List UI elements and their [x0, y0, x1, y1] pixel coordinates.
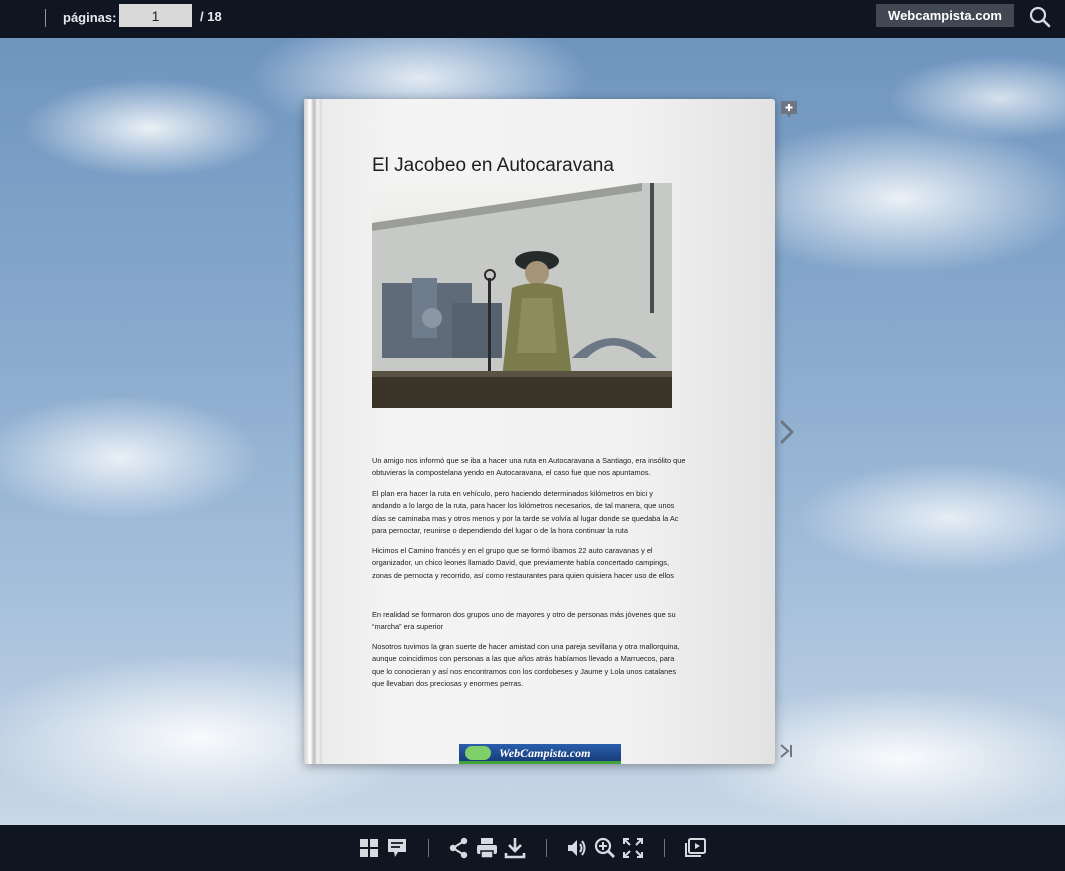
- text-line: Un amigo nos informó que se iba a hacer …: [372, 456, 686, 465]
- text-line: Hicimos el Camino francés y en el grupo …: [372, 546, 653, 555]
- page-total: / 18: [200, 9, 222, 24]
- text-line: Nosotros tuvimos la gran suerte de hacer…: [372, 642, 680, 651]
- bottom-toolbar: [0, 825, 1065, 871]
- text-line: para pernoctar, reunirse o dependiendo d…: [372, 525, 628, 535]
- notes-icon[interactable]: [385, 836, 409, 860]
- share-icon[interactable]: [447, 836, 471, 860]
- text-line: obtuvieras la compostelana yendo en Auto…: [372, 468, 651, 478]
- text-line: aunque coincidimos con personas a las qu…: [372, 654, 675, 664]
- flipbook-page[interactable]: El Jacobeo en Autocaravana Un amigo nos …: [304, 99, 775, 764]
- toolbar-divider: [428, 839, 429, 857]
- thumbnails-icon[interactable]: [357, 836, 381, 860]
- print-icon[interactable]: [475, 836, 499, 860]
- slideshow-icon[interactable]: [683, 836, 707, 860]
- text-line: En realidad se formaron dos grupos uno d…: [372, 610, 676, 619]
- paragraph-4: En realidad se formaron dos grupos uno d…: [372, 609, 712, 634]
- text-line: zonas de pernocta y recorrido, así como …: [372, 570, 674, 580]
- text-line: organizador, un chico leones llamado Dav…: [372, 558, 670, 568]
- paragraph-1: Un amigo nos informó que se iba a hacer …: [372, 455, 712, 480]
- webcampista-logo: WebCampista.com: [459, 744, 621, 764]
- sound-icon[interactable]: [565, 836, 589, 860]
- paragraph-2: El plan era hacer la ruta en vehículo, p…: [372, 488, 712, 537]
- top-toolbar: páginas: / 18 Webcampista.com: [0, 0, 1065, 38]
- fullscreen-icon[interactable]: [621, 836, 645, 860]
- toolbar-divider: [664, 839, 665, 857]
- text-line: que lo conocieran y así nos encontramos …: [372, 666, 677, 676]
- page-number-input[interactable]: [119, 4, 192, 27]
- text-line: “marcha” era superior: [372, 622, 444, 632]
- reader-stage: El Jacobeo en Autocaravana Un amigo nos …: [0, 38, 1065, 825]
- add-note-icon[interactable]: [780, 100, 798, 120]
- pilgrim-mural-photo: [372, 183, 672, 408]
- text-line: El plan era hacer la ruta en vehículo, p…: [372, 489, 654, 498]
- paragraph-3: Hicimos el Camino francés y en el grupo …: [372, 545, 712, 582]
- toolbar-divider: [45, 9, 46, 27]
- text-line: que llevaban dos preciosas y enormes per…: [372, 678, 524, 688]
- last-page-icon[interactable]: [778, 743, 794, 759]
- search-icon[interactable]: [1028, 5, 1052, 29]
- zoom-in-icon[interactable]: [593, 836, 617, 860]
- download-icon[interactable]: [503, 836, 527, 860]
- logo-text: WebCampista.com: [499, 746, 591, 760]
- chevron-right-icon[interactable]: [777, 418, 797, 446]
- toolbar-divider: [546, 839, 547, 857]
- webcampista-link-button[interactable]: Webcampista.com: [876, 4, 1014, 27]
- pages-label: páginas:: [63, 10, 117, 25]
- text-line: días se caminaba mas y otros menos y por…: [372, 513, 679, 523]
- book-spine: [304, 99, 322, 764]
- paragraph-5: Nosotros tuvimos la gran suerte de hacer…: [372, 641, 712, 690]
- logo-badge-icon: [465, 746, 491, 760]
- page-title: El Jacobeo en Autocaravana: [372, 155, 614, 176]
- text-line: andando a lo largo de la ruta, para hace…: [372, 501, 675, 511]
